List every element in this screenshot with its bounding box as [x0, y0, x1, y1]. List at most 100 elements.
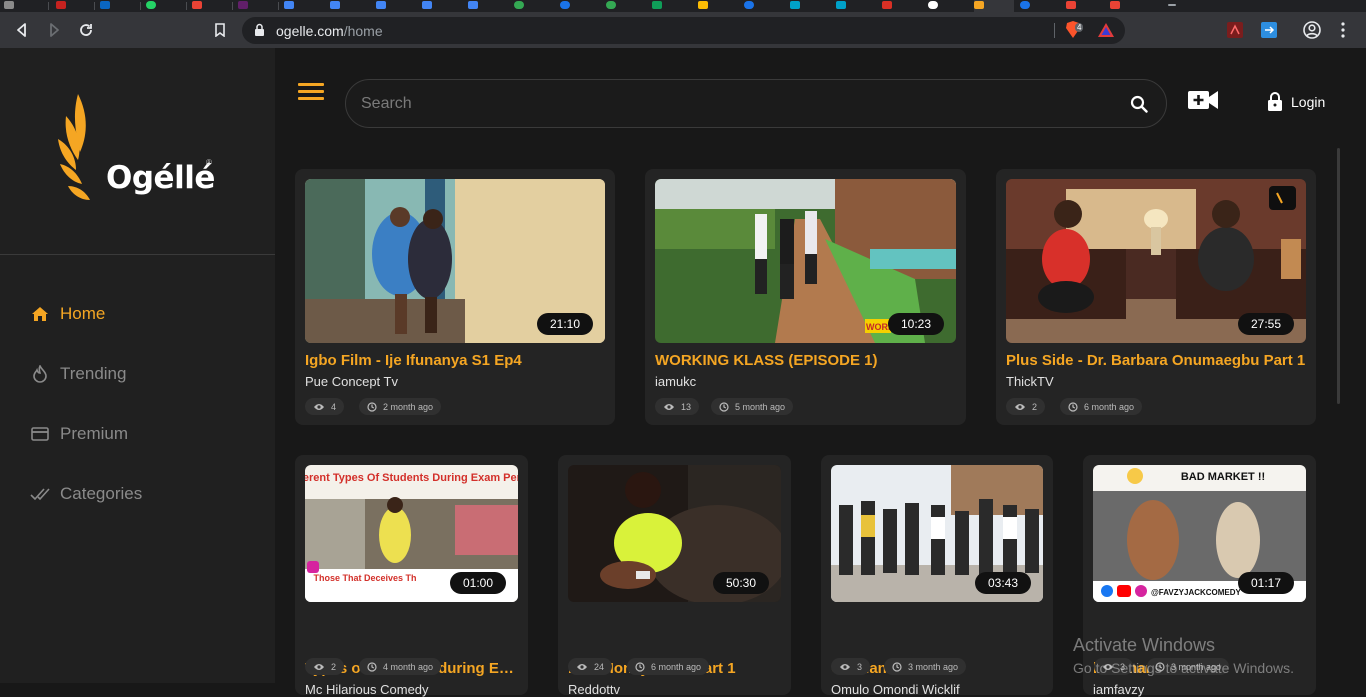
eye-icon — [840, 663, 850, 670]
views-count: 3 — [857, 661, 863, 672]
video-thumbnail[interactable]: 21:10 — [305, 179, 605, 343]
browser-tab[interactable] — [560, 0, 570, 12]
whatsapp-icon — [146, 1, 156, 9]
docs-icon — [376, 1, 386, 9]
upload-video-button[interactable] — [1187, 88, 1219, 117]
browser-tab[interactable] — [192, 0, 202, 12]
browser-tab[interactable] — [1020, 0, 1030, 12]
menu-toggle-button[interactable] — [298, 83, 324, 101]
browser-tab[interactable] — [330, 0, 340, 12]
video-card[interactable]: 21:10 Igbo Film - Ije Ifunanya S1 Ep4 Pu… — [295, 169, 615, 425]
video-thumbnail[interactable]: 27:55 — [1006, 179, 1306, 343]
video-card[interactable]: 27:55 Plus Side - Dr. Barbara Onumaegbu … — [996, 169, 1316, 425]
pdf-extension-button[interactable] — [1226, 21, 1244, 39]
duration-badge: 10:23 — [888, 313, 944, 335]
upload-age: 4 month ago — [383, 661, 434, 672]
brave-rewards-button[interactable] — [1097, 22, 1115, 43]
sidebar-item-label: Home — [60, 304, 106, 323]
video-thumbnail[interactable]: 03:43 — [831, 465, 1043, 602]
video-title[interactable]: Plus Side - Dr. Barbara Onumaegbu Part 1 — [1006, 352, 1311, 369]
upload-age: 6 month ago — [1084, 401, 1135, 412]
video-thumbnail[interactable]: BAD MARKET !! @FAVZYJACKCOMEDY 01:17 — [1093, 465, 1306, 602]
views-count: 24 — [594, 661, 605, 672]
browser-tab[interactable] — [284, 0, 294, 12]
video-author[interactable]: Mc Hilarious Comedy — [305, 682, 429, 697]
back-button[interactable] — [10, 18, 34, 42]
duration-badge: 03:43 — [975, 572, 1031, 594]
sidebar-item-premium[interactable]: Premium — [30, 422, 128, 446]
video-title[interactable]: Igbo Film - Ije Ifunanya S1 Ep4 — [305, 352, 605, 369]
browser-tab[interactable] — [1110, 0, 1120, 12]
video-author[interactable]: Pue Concept Tv — [305, 374, 398, 389]
app-icon — [882, 1, 892, 9]
padlock-icon — [1268, 92, 1282, 111]
video-thumbnail[interactable]: 50:30 — [568, 465, 781, 602]
video-author[interactable]: iamfavzy — [1093, 682, 1144, 697]
browser-tab[interactable] — [422, 0, 432, 12]
login-button[interactable]: Login — [1267, 92, 1325, 112]
app-icon — [836, 1, 846, 9]
video-author[interactable]: Omulo Omondi Wicklif — [831, 682, 960, 697]
search-bar — [345, 79, 1167, 128]
docs-icon — [422, 1, 432, 9]
sidebar-item-categories[interactable]: Categories — [30, 482, 142, 506]
bookmark-button[interactable] — [208, 18, 232, 42]
browser-tab[interactable] — [790, 0, 800, 12]
video-title[interactable]: WORKING KLASS (EPISODE 1) — [655, 352, 956, 369]
sidebar-item-home[interactable]: Home — [30, 302, 105, 326]
windows-activation-watermark: Activate Windows Go to Settings to activ… — [1073, 635, 1294, 676]
browser-tab[interactable] — [514, 0, 524, 12]
browser-tab[interactable] — [100, 0, 110, 12]
search-input[interactable] — [361, 92, 1101, 116]
eye-icon — [664, 403, 674, 410]
browser-tab[interactable] — [1066, 0, 1076, 12]
video-author[interactable]: iamukc — [655, 374, 696, 389]
ogelle-logo[interactable]: Ogéllé ® — [58, 94, 218, 214]
clock-icon — [635, 661, 645, 672]
reload-button[interactable] — [74, 18, 98, 42]
docs-icon — [330, 1, 340, 9]
search-icon[interactable] — [1130, 95, 1148, 113]
lock-icon — [255, 23, 264, 36]
browser-tab[interactable] — [4, 0, 14, 12]
browser-tab[interactable] — [606, 0, 616, 12]
video-thumbnail[interactable]: Different Types Of Students During Exam … — [305, 465, 518, 602]
browser-tab[interactable] — [928, 0, 938, 12]
browser-tab[interactable] — [652, 0, 662, 12]
views-chip: 2 — [305, 658, 345, 675]
browser-tab[interactable] — [146, 0, 156, 12]
new-tab-button[interactable] — [1168, 0, 1176, 12]
browser-tab[interactable] — [836, 0, 846, 12]
video-thumbnail[interactable]: WORK 10:23 — [655, 179, 956, 343]
docs-icon — [468, 1, 478, 9]
browser-tab[interactable] — [376, 0, 386, 12]
video-author[interactable]: ThickTV — [1006, 374, 1054, 389]
browser-tab[interactable] — [698, 0, 708, 12]
translate-extension-button[interactable] — [1260, 21, 1278, 39]
browser-tab-active[interactable] — [974, 0, 1014, 12]
browser-tab[interactable] — [238, 0, 248, 12]
login-label: Login — [1291, 94, 1326, 110]
video-add-icon — [1188, 91, 1218, 109]
logo-wordmark: Ogéllé — [106, 160, 215, 196]
globe-icon — [744, 1, 754, 9]
brave-shield-button[interactable]: 4 — [1065, 21, 1087, 41]
browser-tab[interactable] — [744, 0, 754, 12]
duration-badge: 50:30 — [713, 572, 769, 594]
browser-tab[interactable] — [56, 0, 66, 12]
browser-menu-button[interactable] — [1334, 21, 1352, 39]
video-card[interactable]: WORK 10:23 WORKING KLASS (EPISODE 1) iam… — [645, 169, 966, 425]
clock-icon — [1068, 401, 1078, 412]
browser-tab[interactable] — [882, 0, 892, 12]
card-icon — [30, 424, 50, 444]
sidebar-item-trending[interactable]: Trending — [30, 362, 126, 386]
duration-badge: 01:00 — [450, 572, 506, 594]
upload-age: 2 month ago — [383, 401, 434, 412]
profile-button[interactable] — [1303, 21, 1321, 39]
extension-icon — [514, 1, 524, 9]
address-bar[interactable]: ogelle.com/home 4 — [242, 17, 1125, 44]
video-author[interactable]: Reddottv — [568, 682, 620, 697]
scrollbar-thumb[interactable] — [1337, 148, 1340, 404]
browser-tab[interactable] — [468, 0, 478, 12]
forward-button[interactable] — [42, 18, 66, 42]
